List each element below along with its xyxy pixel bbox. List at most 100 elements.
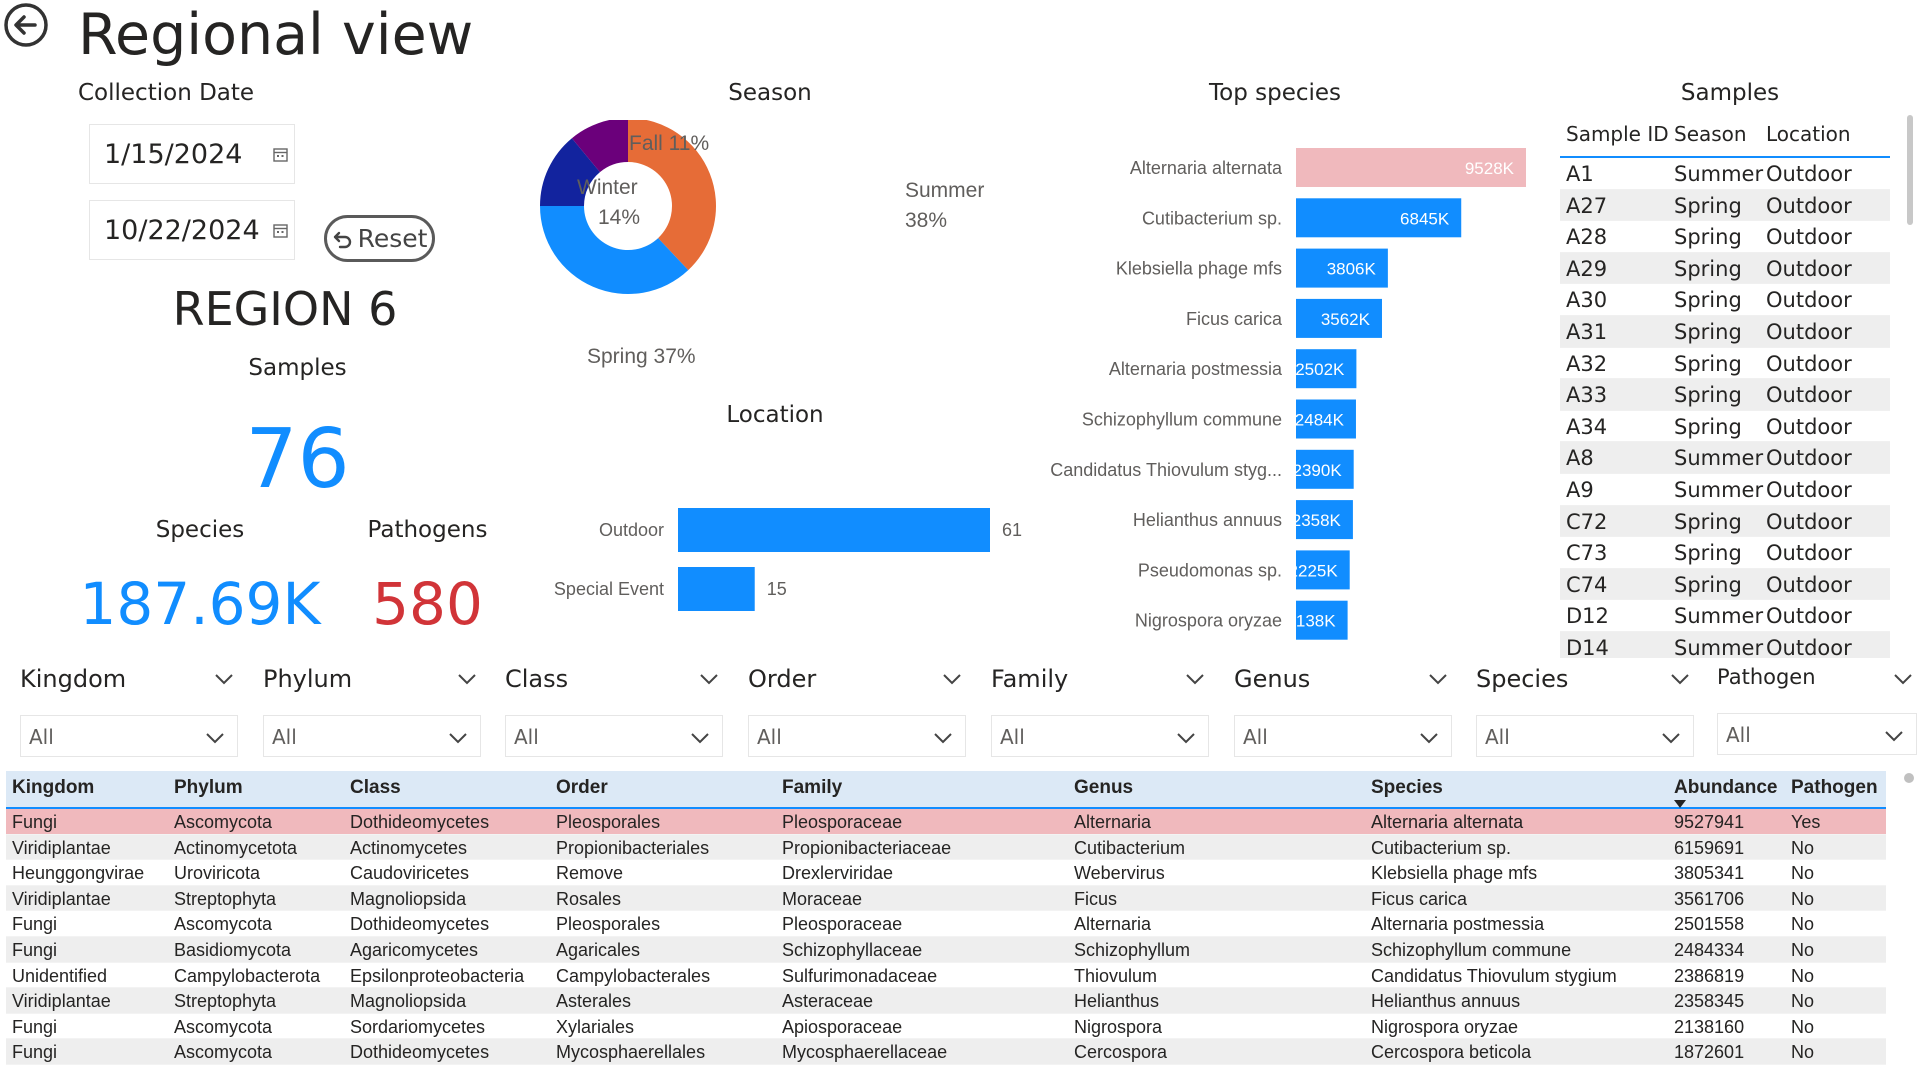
table-cell: 9527941 bbox=[1674, 812, 1745, 832]
calendar-icon[interactable] bbox=[273, 147, 288, 162]
location-bar[interactable] bbox=[678, 508, 990, 552]
column-header-abundance[interactable]: Abundance bbox=[1674, 777, 1777, 799]
chevron-down-icon[interactable] bbox=[214, 673, 234, 685]
sample-cell: A34 bbox=[1566, 414, 1608, 439]
sample-row[interactable]: A32 Spring Outdoor bbox=[1560, 348, 1890, 380]
table-cell: Schizophyllum bbox=[1074, 939, 1191, 960]
species-value-label: 2502K bbox=[1295, 360, 1345, 379]
table-cell: Fungi bbox=[12, 812, 58, 832]
sample-row[interactable]: A27 Spring Outdoor bbox=[1560, 189, 1890, 222]
chevron-down-icon[interactable] bbox=[1428, 673, 1448, 685]
slicer-title[interactable]: Phylum bbox=[263, 665, 481, 701]
table-cell: Cutibacterium sp. bbox=[1371, 837, 1512, 858]
samples-kpi-value: 76 bbox=[245, 412, 350, 507]
species-kpi-value: 187.69K bbox=[79, 570, 321, 638]
end-date-input[interactable]: 10/22/2024 bbox=[89, 200, 295, 260]
table-row[interactable]: Fungi Ascomycota Dothideomycetes Mycosphaer… bbox=[6, 1039, 1886, 1065]
sample-cell: Outdoor bbox=[1766, 288, 1852, 313]
calendar-icon[interactable] bbox=[273, 223, 288, 238]
table-row[interactable]: Fungi Ascomycota Dothideomycetes Pleosporal… bbox=[6, 809, 1886, 835]
slicer-title[interactable]: Species bbox=[1476, 665, 1694, 701]
sample-row[interactable]: A29 Spring Outdoor bbox=[1560, 252, 1890, 285]
sample-row[interactable]: D12 Summer Outdoor bbox=[1560, 600, 1890, 632]
species-value-label: 3806K bbox=[1327, 260, 1377, 279]
table-cell: Heunggongvirae bbox=[12, 863, 145, 884]
sample-row[interactable]: A30 Spring Outdoor bbox=[1560, 284, 1890, 316]
samples-table-header: Sample ID Season Location bbox=[1560, 118, 1890, 158]
sample-row[interactable]: A34 Spring Outdoor bbox=[1560, 411, 1890, 443]
sample-row[interactable]: A28 Spring Outdoor bbox=[1560, 221, 1890, 253]
sample-row[interactable]: A31 Spring Outdoor bbox=[1560, 315, 1890, 348]
slicer-dropdown[interactable]: All bbox=[505, 715, 723, 757]
table-row[interactable]: Heunggongvirae Uroviricota Caudoviricetes R… bbox=[6, 860, 1886, 886]
column-header-kingdom[interactable]: Kingdom bbox=[12, 777, 94, 799]
sample-row[interactable]: A33 Spring Outdoor bbox=[1560, 379, 1890, 411]
back-arrow-circle-icon[interactable] bbox=[3, 2, 49, 48]
table-cell: Sordariomycetes bbox=[350, 1016, 486, 1037]
table-cell: Asterales bbox=[556, 991, 632, 1012]
chevron-down-icon[interactable] bbox=[457, 673, 477, 685]
table-row[interactable]: Unidentified Campylobacterota Epsilonprote… bbox=[6, 963, 1886, 989]
column-header-order[interactable]: Order bbox=[556, 777, 608, 799]
column-header-pathogen[interactable]: Pathogen bbox=[1791, 777, 1878, 799]
column-header-family[interactable]: Family bbox=[782, 777, 842, 799]
sample-row[interactable]: A8 Summer Outdoor bbox=[1560, 442, 1890, 474]
table-row[interactable]: Viridiplantae Actinomycetota Actinomycetes… bbox=[6, 834, 1886, 861]
table-cell: Magnoliopsida bbox=[350, 888, 467, 909]
table-row[interactable]: Viridiplantae Streptophyta Magnoliopsida Ro… bbox=[6, 885, 1886, 912]
slicer-title[interactable]: Class bbox=[505, 665, 723, 701]
slicer-dropdown[interactable]: All bbox=[20, 715, 238, 757]
slicer-title[interactable]: Order bbox=[748, 665, 966, 701]
slicer-dropdown[interactable]: All bbox=[991, 715, 1209, 757]
table-cell: Cercospora beticola bbox=[1371, 1042, 1532, 1063]
chevron-down-icon[interactable] bbox=[1185, 673, 1205, 685]
slicer-dropdown[interactable]: All bbox=[748, 715, 966, 757]
chevron-down-icon[interactable] bbox=[1893, 673, 1913, 685]
region-name: REGION 6 bbox=[172, 282, 398, 336]
reset-button[interactable]: Reset bbox=[324, 215, 435, 262]
samples-table[interactable]: Sample ID Season Location A1 Summer Outdoo… bbox=[1560, 118, 1890, 658]
column-header[interactable]: Location bbox=[1766, 122, 1851, 146]
column-header-class[interactable]: Class bbox=[350, 777, 401, 799]
table-cell: Rosales bbox=[556, 888, 622, 909]
sample-cell: Summer bbox=[1674, 635, 1764, 658]
column-header[interactable]: Sample ID bbox=[1566, 122, 1669, 146]
sample-row[interactable]: D14 Summer Outdoor bbox=[1560, 631, 1890, 658]
slicer-title[interactable]: Pathogen bbox=[1717, 665, 1917, 701]
slicer-dropdown[interactable]: All bbox=[263, 715, 481, 757]
slicer-title[interactable]: Family bbox=[991, 665, 1209, 701]
sample-row[interactable]: C74 Spring Outdoor bbox=[1560, 568, 1890, 601]
chevron-down-icon bbox=[1177, 733, 1195, 744]
table-row[interactable]: Viridiplantae Streptophyta Magnoliopsida As… bbox=[6, 988, 1886, 1014]
column-header-genus[interactable]: Genus bbox=[1074, 777, 1133, 799]
sample-row[interactable]: C72 Spring Outdoor bbox=[1560, 505, 1890, 538]
sample-row[interactable]: C73 Spring Outdoor bbox=[1560, 537, 1890, 569]
slicer-dropdown[interactable]: All bbox=[1717, 713, 1917, 755]
column-header-phylum[interactable]: Phylum bbox=[174, 777, 243, 799]
location-bar[interactable] bbox=[678, 567, 755, 611]
sample-row[interactable]: A9 Summer Outdoor bbox=[1560, 474, 1890, 506]
chevron-down-icon[interactable] bbox=[942, 673, 962, 685]
slicer-dropdown[interactable]: All bbox=[1476, 715, 1694, 757]
column-header-species[interactable]: Species bbox=[1371, 777, 1443, 799]
table-row[interactable]: Fungi Ascomycota Dothideomycetes Pleosporal… bbox=[6, 911, 1886, 937]
table-cell: Asteraceae bbox=[782, 991, 874, 1012]
table-cell: Pleosporaceae bbox=[782, 812, 903, 832]
chevron-down-icon[interactable] bbox=[1670, 673, 1690, 685]
start-date-input[interactable]: 1/15/2024 bbox=[89, 124, 295, 184]
sample-cell: Spring bbox=[1674, 509, 1742, 534]
species-table[interactable]: Kingdom Phylum Class Order Family Genus Specie… bbox=[6, 771, 1886, 1065]
samples-scrollbar[interactable] bbox=[1907, 115, 1913, 225]
sample-row[interactable]: A1 Summer Outdoor bbox=[1560, 158, 1890, 190]
slicer-title[interactable]: Kingdom bbox=[20, 665, 238, 701]
table-scroll-indicator[interactable] bbox=[1904, 773, 1914, 783]
slicer-label: Order bbox=[748, 665, 817, 693]
table-row[interactable]: Fungi Basidiomycota Agaricomycetes Agarical… bbox=[6, 936, 1886, 963]
chevron-down-icon[interactable] bbox=[699, 673, 719, 685]
season-chart-title: Season bbox=[728, 80, 812, 106]
sort-descending-icon[interactable] bbox=[1674, 800, 1686, 808]
table-row[interactable]: Fungi Ascomycota Sordariomycetes Xylariales… bbox=[6, 1014, 1886, 1040]
slicer-dropdown[interactable]: All bbox=[1234, 715, 1452, 757]
column-header[interactable]: Season bbox=[1674, 122, 1747, 146]
slicer-title[interactable]: Genus bbox=[1234, 665, 1452, 701]
